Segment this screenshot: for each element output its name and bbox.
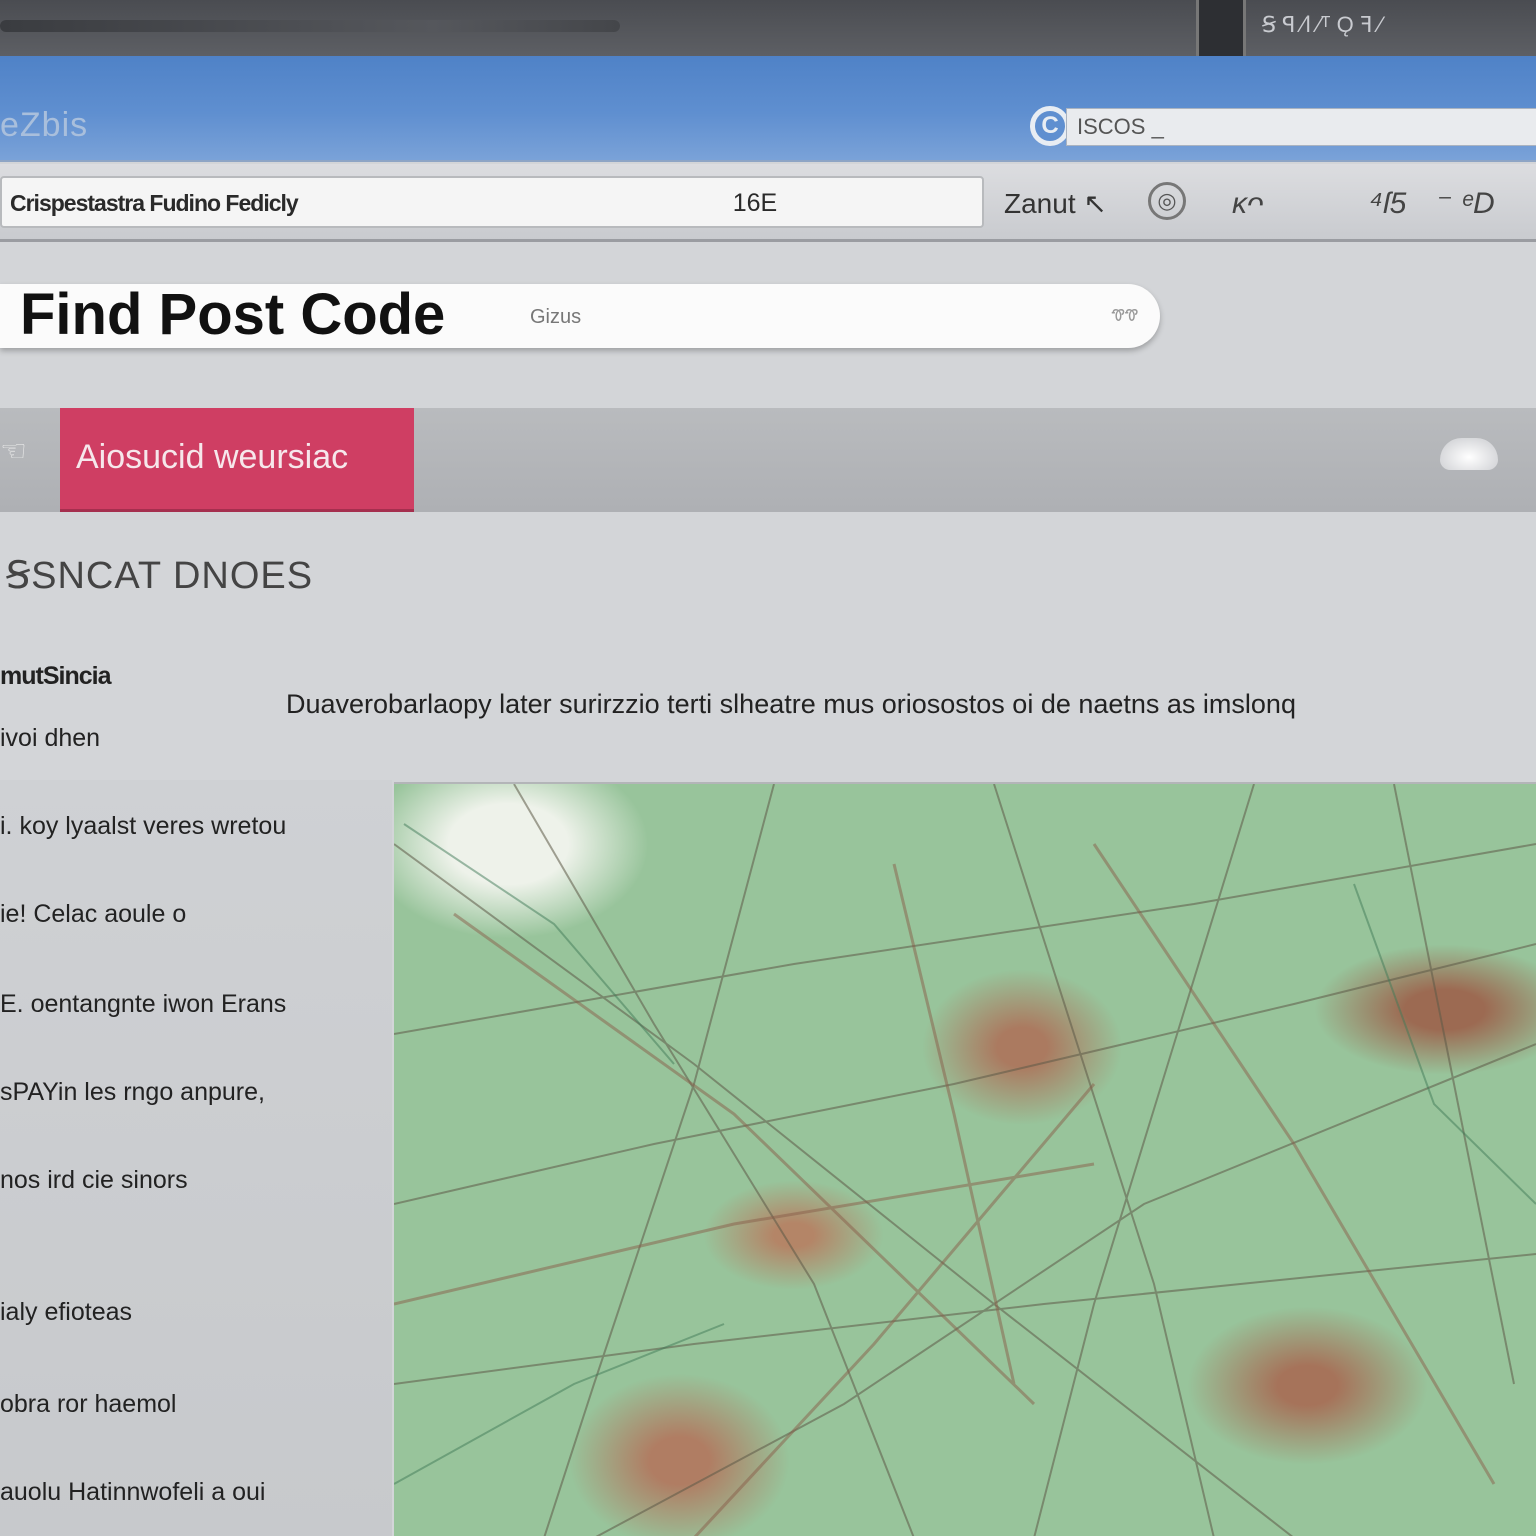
search-input[interactable]: Gizus [530,302,730,332]
sidebar-item[interactable]: mutSincia [0,656,390,696]
map-roads [394,784,1536,1536]
sidebar-item[interactable]: auolu Hatinnwofeli a oui [0,1472,390,1512]
app-title: eZbis [0,106,89,144]
sidebar-item[interactable]: ivoi dhen [0,718,390,758]
sidebar-item[interactable]: i. koy lyaalst veres wretou [0,806,390,846]
titlebar-divider[interactable] [1196,0,1246,56]
sidebar: mutSincia ivoi dhen i. koy lyaalst veres… [0,650,392,1536]
search-hint[interactable]: ᏡᏡ [1100,304,1150,330]
sidebar-item[interactable]: nos ird cie sinors [0,1160,390,1200]
toolbar-label[interactable]: Zanut ↖ [1004,184,1144,224]
settings-icon[interactable]: ◎ [1148,182,1186,220]
page-title: Find Post Code [20,282,446,347]
info-field-count: 16E [732,189,778,217]
sidebar-item[interactable]: sPAYin les rngo anpure, [0,1072,390,1112]
url-input[interactable] [1066,108,1536,146]
toolbar-item-3[interactable]: ⁴ſ5ᷮ ⁻ ᵉD [1370,184,1536,224]
section-heading: ꞨSNCAT DNOES [6,555,314,597]
titlebar-left-bar [0,20,620,32]
sidebar-item[interactable]: ialy efioteas [0,1292,390,1332]
sidebar-item[interactable]: E. oentangnte iwon Erans [0,984,390,1024]
sidebar-item[interactable]: ie! Celac aoule o [0,894,390,934]
map-view[interactable] [394,782,1536,1536]
toolbar-item-2[interactable]: ᴋᴖ [1232,184,1332,224]
browser-icon[interactable]: C [1030,106,1070,146]
hand-icon[interactable]: ☜ [0,432,30,472]
nav-tab-active-label: Aiosucid weursiac [76,438,349,476]
sidebar-item[interactable]: obra ror haemol [0,1384,390,1424]
titlebar-status-text: Ꞩ ꟼ ⁄ⅼ ⁄ᵀ Ǫ ꟻ ⁄ [1262,12,1383,37]
info-field-text: Crispestastra Fudino Fedicly [10,190,299,216]
description-text: Duaverobarlaopy later surirzzio terti sl… [286,689,1296,719]
cloud-icon[interactable] [1440,438,1498,470]
